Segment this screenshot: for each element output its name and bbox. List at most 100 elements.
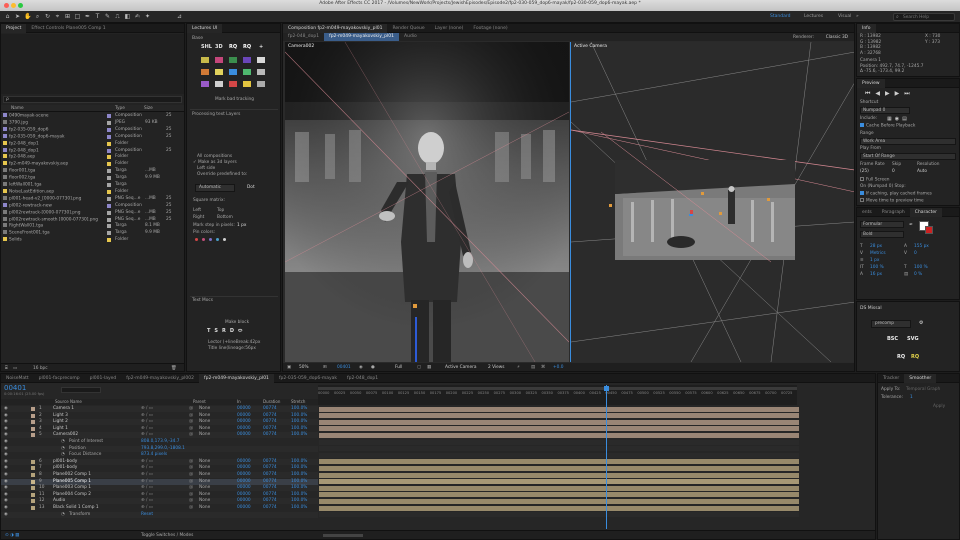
subtab-fp2-048[interactable]: fp2-048_dop1 (283, 33, 324, 41)
label-color-swatch[interactable] (107, 141, 111, 146)
tl-col-parent[interactable]: Parent (193, 399, 206, 405)
tab-composition[interactable]: Composition fp2-m049-mayakovskiy_pl01 (283, 24, 388, 33)
color-channel-icon[interactable]: ● (371, 363, 375, 371)
project-item[interactable]: NoiseLastEdition.aep Folder (3, 188, 182, 195)
timeline-layer-row[interactable]: ◉ 1 Camera 1 ⊕ / ▭ @ None 00000 00774 100.0% (1, 406, 318, 412)
layer-duration-bar[interactable] (319, 426, 799, 432)
tab-lectures[interactable]: Lectures UI (187, 24, 223, 33)
project-search-input[interactable]: ρ (3, 96, 182, 103)
visibility-eye-icon[interactable]: ◉ (4, 479, 8, 485)
tab-paragraph[interactable]: Paragraph (877, 208, 910, 217)
visibility-eye-icon[interactable]: ◉ (4, 413, 8, 419)
label-color-swatch[interactable] (107, 183, 111, 187)
label-color-swatch[interactable] (107, 134, 111, 139)
layer-in[interactable]: 00000 (237, 465, 251, 471)
quality-dropdown[interactable]: Full (395, 363, 402, 371)
tl-col-stretch[interactable]: Stretch (291, 399, 305, 405)
layer-parent[interactable]: None (199, 505, 210, 511)
layer-name[interactable]: Black Solid 1 Comp 1 (53, 505, 99, 511)
timeline-layer-row[interactable]: ◉ 10 Plane003 Comp 1 ⊕ / ▭ @ None 00000 00774 10… (1, 485, 318, 492)
layer-switches-icon[interactable]: ⊕ / ▭ (141, 426, 153, 432)
layer-in[interactable]: 00000 (237, 432, 251, 438)
clip-red-icon[interactable] (229, 81, 237, 87)
layer-in[interactable]: 00000 (237, 472, 251, 478)
layer-label-swatch[interactable] (31, 466, 35, 471)
vertical-scale-value[interactable]: 100 % (870, 264, 884, 271)
ds-bsc-button[interactable]: BSC (887, 336, 898, 342)
timeline-tab[interactable]: fp2-m049-mayakovskiy_pl002 (121, 374, 199, 383)
color-depth-label[interactable]: 16 bpc (33, 364, 48, 371)
play-from-dropdown[interactable]: Start Of Range (860, 153, 956, 160)
timeline-layer-row[interactable]: ◉ 7 pl001-body ⊕ / ▭ @ None 00000 00774 100.0% (1, 465, 318, 472)
tab-footage[interactable]: Footage (none) (468, 24, 512, 33)
eyedropper-icon[interactable]: ✒ (909, 222, 913, 228)
project-item[interactable]: 0490mayak-scene Composition 25 (3, 113, 182, 119)
toggle-switches-modes[interactable]: Toggle Switches / Modes (141, 531, 193, 539)
layer-name[interactable]: Plane003 Comp 1 (53, 485, 91, 491)
ds-settings-icon[interactable]: ⚙ (919, 320, 923, 326)
layer-parent[interactable]: None (199, 432, 210, 438)
shortcut-dropdown[interactable]: Numpad 0 (860, 107, 910, 114)
parent-pickwhip-icon[interactable]: @ (189, 505, 193, 511)
col-name[interactable]: Name (11, 105, 24, 112)
shape-green-icon[interactable] (243, 69, 251, 75)
magnification-icon[interactable]: ▣ (287, 363, 291, 371)
label-color-swatch[interactable] (107, 155, 111, 160)
zoom-tool-icon[interactable]: ⌕ (34, 13, 41, 20)
label-color-swatch[interactable] (107, 196, 111, 201)
tab-project[interactable]: Project (1, 24, 27, 33)
layer-switches-icon[interactable]: ⊕ / ▭ (141, 413, 153, 419)
label-color-swatch[interactable] (107, 231, 111, 236)
project-item[interactable]: fp2-m049-mayakovskiy.aep Folder (3, 161, 182, 167)
parent-pickwhip-icon[interactable]: @ (189, 485, 193, 491)
layer-duration-bar[interactable] (319, 498, 799, 504)
layer-duration-bar[interactable] (319, 492, 799, 498)
rotate-tool-icon[interactable]: ↻ (44, 13, 51, 20)
project-item[interactable]: fp2-048_dop1 Folder (3, 140, 182, 147)
resolution-dropdown[interactable]: Auto (917, 169, 927, 174)
right-view-active-camera[interactable]: Active Camera (570, 42, 854, 362)
timeline-layer-row[interactable]: ◉ 3 Light 2 ⊕ / ▭ @ None 00000 00774 100.0% (1, 419, 318, 426)
marker-purple-icon[interactable] (243, 57, 251, 63)
timeline-tab[interactable]: fp2-048_dop1 (342, 374, 383, 383)
leading-value[interactable]: 155 px (914, 243, 929, 250)
layer-duration[interactable]: 00774 (263, 505, 277, 511)
snapshot-icon[interactable]: ◉ (359, 363, 363, 371)
layer-duration-bar[interactable] (319, 465, 799, 471)
visibility-eye-icon[interactable]: ◉ (4, 406, 8, 412)
ds-rq-button-1[interactable]: RQ (897, 354, 905, 360)
automatic-dropdown[interactable]: Automatic (195, 184, 235, 192)
timeline-layer-row[interactable]: ◉ 11 Plane004 Comp 2 ⊕ / ▭ @ None 00000 00774 10… (1, 491, 318, 498)
label-color-swatch[interactable] (107, 224, 111, 229)
mark-step-value[interactable]: 1 px (237, 223, 246, 228)
visibility-eye-icon[interactable]: ◉ (4, 446, 8, 452)
tab-preview[interactable]: Preview (857, 79, 885, 88)
playhead-handle[interactable] (604, 386, 609, 391)
property-value[interactable]: 808.0,173.9,-34.7 (141, 439, 179, 445)
layer-switches-icon[interactable]: ⊕ / ▭ (141, 492, 153, 498)
property-value[interactable]: 793.8,299.0,-1808.1 (141, 446, 185, 452)
selection-tool-icon[interactable]: ➤ (14, 13, 21, 20)
marker-white-icon[interactable] (257, 57, 265, 63)
property-track[interactable] (319, 452, 799, 458)
layer-in[interactable]: 00000 (237, 419, 251, 425)
visibility-eye-icon[interactable]: ◉ (4, 426, 8, 432)
label-color-swatch[interactable] (107, 210, 111, 215)
tool-shl[interactable]: SHL (201, 44, 212, 50)
parent-pickwhip-icon[interactable]: @ (189, 472, 193, 478)
layer-label-swatch[interactable] (31, 420, 35, 425)
visibility-eye-icon[interactable]: ◉ (4, 439, 8, 445)
property-track[interactable] (319, 446, 799, 452)
project-item[interactable]: fp2-035-059_dop6 Composition 25 (3, 126, 182, 133)
layer-duration[interactable]: 00774 (263, 492, 277, 498)
layer-stretch[interactable]: 100.0% (291, 498, 307, 504)
layer-switches-icon[interactable]: ⊕ / ▭ (141, 459, 153, 465)
parent-pickwhip-icon[interactable]: @ (189, 406, 193, 412)
timeline-layer-row[interactable]: ◉ 2 Light 3 ⊕ / ▭ @ None 00000 00774 100.0% (1, 412, 318, 419)
layer-duration[interactable]: 00774 (263, 406, 277, 412)
layer-stretch[interactable]: 100.0% (291, 485, 307, 491)
layer-property-row[interactable]: ◉ ◔ Point of Interest 808.0,173.9,-34.7 (1, 439, 318, 445)
layer-in[interactable]: 00000 (237, 485, 251, 491)
property-value[interactable]: 873.4 pixels (141, 452, 167, 458)
marker-pink-icon[interactable] (215, 57, 223, 63)
